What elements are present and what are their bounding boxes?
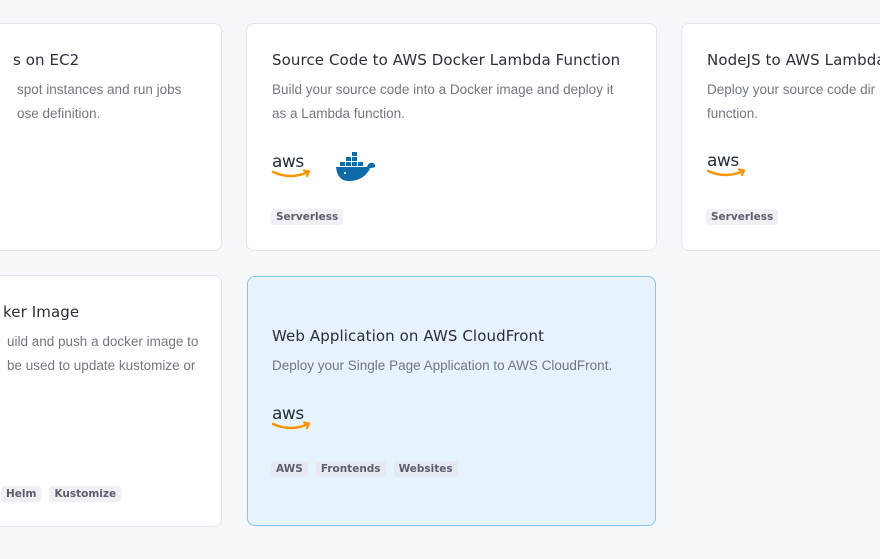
card-logos: aws [706,150,748,180]
card-tags: Serverless [706,209,779,225]
card-logos: aws [271,403,313,433]
aws-logo-icon: aws [271,152,311,178]
template-card-cloudfront[interactable]: Web Application on AWS CloudFront Deploy… [247,276,656,526]
card-description-line: spot instances and run jobs [17,82,182,97]
tag-badge[interactable]: Websites [393,461,458,477]
aws-logo-icon: aws [706,151,746,177]
aws-logo-icon: aws [271,404,311,430]
template-card-ec2-jobs[interactable]: s on EC2 spot instances and run jobs ose… [0,23,222,251]
card-description-line: ose definition. [17,106,101,121]
card-description: Deploy your source code dir function. [707,78,880,126]
card-description: uild and push a docker image to be used … [7,330,221,378]
template-gallery: s on EC2 spot instances and run jobs ose… [0,0,880,559]
card-tags: Helm Kustomize [1,486,122,502]
docker-logo-icon [336,152,376,181]
tag-badge[interactable]: AWS [271,461,308,477]
card-title: Source Code to AWS Docker Lambda Functio… [272,51,621,69]
card-description-line: be used to update kustomize or [7,358,196,373]
tag-badge[interactable]: Serverless [271,209,344,225]
card-description-line: Build your source code into a Docker ima… [272,82,614,97]
card-description-line: uild and push a docker image to [7,334,199,349]
card-description: spot instances and run jobs ose definiti… [17,78,221,126]
card-tags: Serverless [271,209,344,225]
card-logos: aws [271,150,377,182]
card-title: Web Application on AWS CloudFront [272,327,545,345]
svg-text:aws: aws [272,404,304,424]
card-description-line: Deploy your source code dir [707,82,876,97]
card-description: Build your source code into a Docker ima… [272,78,632,126]
card-title: NodeJS to AWS Lambda [707,51,880,69]
template-card-docker-image[interactable]: ker Image uild and push a docker image t… [0,275,222,527]
template-card-docker-lambda[interactable]: Source Code to AWS Docker Lambda Functio… [246,23,657,251]
tag-badge[interactable]: Kustomize [49,486,122,502]
svg-text:aws: aws [707,151,739,171]
card-title: ker Image [3,303,80,321]
template-card-nodejs-lambda[interactable]: NodeJS to AWS Lambda Deploy your source … [681,23,880,251]
card-description-line: as a Lambda function. [272,106,405,121]
card-description-line: Deploy your Single Page Application to A… [272,358,613,373]
tag-badge[interactable]: Frontends [315,461,386,477]
card-description-line: function. [707,106,759,121]
tag-badge[interactable]: Helm [1,486,42,502]
card-title: s on EC2 [13,51,80,69]
card-tags: AWS Frontends Websites [271,461,458,477]
card-description: Deploy your Single Page Application to A… [272,354,632,378]
tag-badge[interactable]: Serverless [706,209,779,225]
svg-text:aws: aws [272,152,304,172]
